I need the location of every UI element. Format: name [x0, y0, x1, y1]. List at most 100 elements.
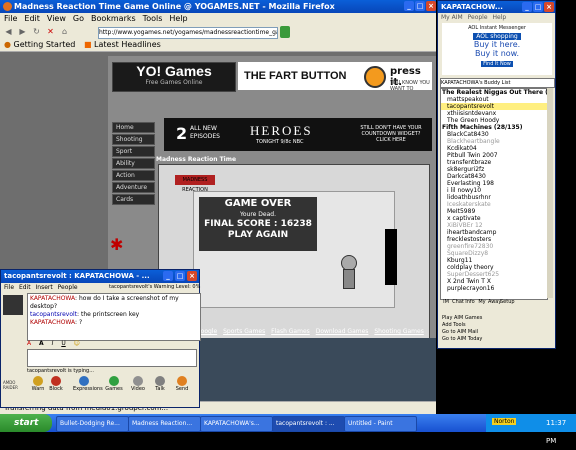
buddy-avatar[interactable]: [3, 295, 23, 315]
buddy-item[interactable]: Iceskaterskate: [441, 201, 547, 208]
bold-icon[interactable]: A: [39, 340, 44, 347]
games-button[interactable]: Games: [103, 376, 125, 392]
taskbar-button-buddylist[interactable]: KAPATACHOWA's...: [200, 416, 273, 432]
start-button[interactable]: start: [0, 414, 52, 432]
chat-button[interactable]: Chat: [452, 299, 464, 305]
expressions-button[interactable]: Expressions: [73, 376, 103, 392]
maximize-button[interactable]: □: [415, 1, 425, 11]
buddy-item[interactable]: coldplay theory: [441, 264, 547, 271]
download-games-link[interactable]: Download Games: [316, 328, 369, 335]
menu-insert[interactable]: Insert: [36, 284, 53, 291]
info-button[interactable]: Info: [464, 299, 476, 305]
buddy-item[interactable]: xthiisisntdevanx: [441, 110, 547, 117]
taskbar-button-madness[interactable]: Madness Reaction...: [128, 416, 201, 432]
send-button[interactable]: Send: [171, 376, 193, 392]
buddy-item[interactable]: BlackCat8430: [441, 131, 547, 138]
menu-view[interactable]: View: [47, 14, 66, 23]
nav-adventure[interactable]: Adventure: [112, 182, 155, 193]
back-icon[interactable]: ◀: [4, 27, 13, 36]
nav-action[interactable]: Action: [112, 170, 155, 181]
buddy-item[interactable]: greenfire72830: [441, 243, 547, 250]
video-button[interactable]: Video: [127, 376, 149, 392]
buddy-group-header[interactable]: The Realest Niggas Out There (4/13): [441, 89, 547, 96]
address-bar[interactable]: http://www.yogames.net/yogames/madnessre…: [98, 27, 278, 39]
talk-button[interactable]: Talk: [149, 376, 171, 392]
minimize-button[interactable]: _: [522, 2, 532, 12]
buddy-item[interactable]: Everlasting 198: [441, 180, 547, 187]
buddy-item[interactable]: Kcdikat04: [441, 145, 547, 152]
maximize-button[interactable]: □: [175, 271, 185, 281]
buddy-item[interactable]: The Green Hoody: [441, 117, 547, 124]
buddy-item[interactable]: MeIt5989: [441, 208, 547, 215]
reload-icon[interactable]: ↻: [32, 27, 41, 36]
taskbar-button-bullet-dodging[interactable]: Bullet-Dodging Re...: [56, 416, 129, 432]
taskbar-button-im[interactable]: tacopantsrevolt : ...: [272, 416, 345, 432]
italic-icon[interactable]: I: [52, 340, 54, 347]
menu-edit[interactable]: Edit: [24, 14, 40, 23]
minimize-button[interactable]: _: [163, 271, 173, 281]
menu-edit[interactable]: Edit: [19, 284, 31, 291]
nav-home[interactable]: Home: [112, 122, 155, 133]
bookmark-getting-started[interactable]: Getting Started: [14, 40, 76, 49]
menu-my-aim[interactable]: My AIM: [441, 14, 463, 21]
menu-file[interactable]: File: [4, 14, 17, 23]
buddy-item[interactable]: sk8erguri2fz: [441, 166, 547, 173]
buddy-group-header[interactable]: Fifth Machines (28/135): [441, 124, 547, 131]
menu-help[interactable]: Help: [492, 14, 506, 21]
fart-button-ad[interactable]: THE FART BUTTON press it. YOU KNOW YOU W…: [238, 62, 432, 92]
buddy-item[interactable]: SuperDessert625: [441, 271, 547, 278]
menu-tools[interactable]: Tools: [143, 14, 163, 23]
buddy-item[interactable]: mattspeakout: [441, 96, 547, 103]
my-avatar[interactable]: AMDO RAIDER: [3, 380, 23, 392]
buddy-item[interactable]: Pitbull Twin 2007: [441, 152, 547, 159]
play-aim-games-link[interactable]: Play AIM Games: [442, 315, 552, 322]
home-icon[interactable]: ⌂: [60, 27, 69, 36]
aim-buddy-list-window[interactable]: KAPATACHOW... _ □ × My AIM People Help A…: [437, 0, 556, 349]
buddy-item[interactable]: lidoathbusrhnr: [441, 194, 547, 201]
nav-ability[interactable]: Ability: [112, 158, 155, 169]
buddy-item[interactable]: XiBiVBEr 12: [441, 222, 547, 229]
buddy-item[interactable]: iheartbandcamp: [441, 229, 547, 236]
maximize-button[interactable]: □: [533, 2, 543, 12]
buddy-item[interactable]: Kburg11: [441, 257, 547, 264]
nav-sport[interactable]: Sport: [112, 146, 155, 157]
bookmark-latest-headlines[interactable]: Latest Headlines: [94, 40, 161, 49]
block-button[interactable]: Block: [45, 376, 67, 392]
buddy-item[interactable]: transfentbraze: [441, 159, 547, 166]
im-button[interactable]: IM: [440, 299, 452, 305]
buddy-item[interactable]: Darkcat8430: [441, 173, 547, 180]
site-logo[interactable]: YO! Games Free Games Online: [112, 62, 236, 92]
buddy-item[interactable]: x captivate: [441, 215, 547, 222]
buddy-item[interactable]: X 2nd Twin T X: [441, 278, 547, 285]
nav-cards[interactable]: Cards: [112, 194, 155, 205]
menu-help[interactable]: Help: [169, 14, 187, 23]
shooting-games-link[interactable]: Shooting Games: [374, 328, 423, 335]
minimize-button[interactable]: _: [404, 1, 414, 11]
stop-icon[interactable]: ✕: [46, 27, 55, 36]
norton-icon[interactable]: Norton: [492, 418, 517, 425]
menu-go[interactable]: Go: [73, 14, 84, 23]
buddy-item[interactable]: tacopantsrevolt: [441, 103, 547, 110]
heroes-ad-banner[interactable]: 2 ALL NEW EPISODES HEROES TONIGHT 9/8c N…: [164, 118, 432, 151]
aim-mail-link[interactable]: Go to AIM Mail: [442, 329, 552, 336]
firefox-title-bar[interactable]: Madness Reaction Time Game Online @ YOGA…: [0, 0, 436, 13]
play-again-button[interactable]: PLAY AGAIN: [199, 230, 317, 241]
taskbar-button-paint[interactable]: Untitled - Paint: [344, 416, 417, 432]
font-color-icon[interactable]: A: [27, 340, 31, 347]
buddy-list-title-bar[interactable]: KAPATACHOW... _ □ ×: [438, 1, 555, 13]
buddy-item[interactable]: Blackheartbangle: [441, 138, 547, 145]
away-button[interactable]: Away: [488, 299, 501, 305]
add-tools-link[interactable]: Add Tools: [442, 322, 552, 329]
menu-people[interactable]: People: [468, 14, 488, 21]
menu-people[interactable]: People: [58, 284, 78, 291]
im-title-bar[interactable]: tacopantsrevolt : KAPATACHOWA - ... _ □ …: [1, 270, 199, 283]
message-input[interactable]: [27, 349, 197, 367]
flash-games-link[interactable]: Flash Games: [271, 328, 310, 335]
find-it-now-button[interactable]: Find It Now: [481, 61, 513, 67]
setup-button[interactable]: Setup: [500, 299, 515, 305]
im-window[interactable]: tacopantsrevolt : KAPATACHOWA - ... _ □ …: [0, 269, 201, 408]
menu-file[interactable]: File: [4, 284, 14, 291]
buddy-item[interactable]: i lil nowy10: [441, 187, 547, 194]
close-button[interactable]: ×: [426, 1, 436, 11]
close-button[interactable]: ×: [544, 2, 554, 12]
